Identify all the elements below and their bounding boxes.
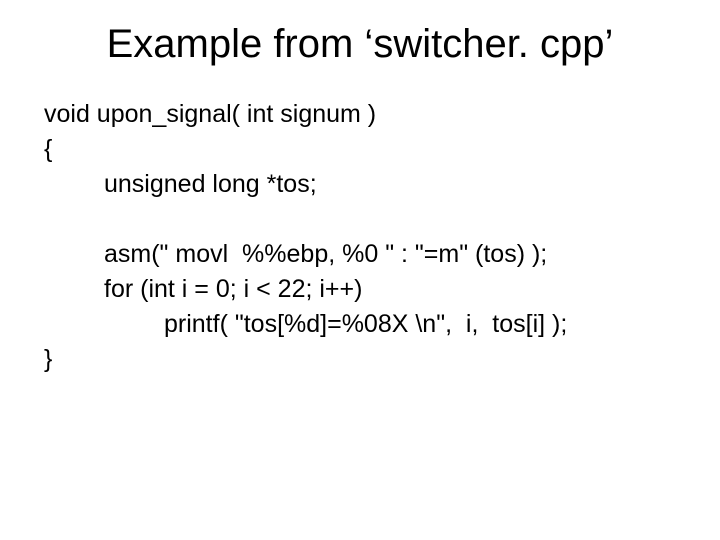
code-block: void upon_signal( int signum ) { unsigne… bbox=[0, 97, 720, 377]
code-line-decl: unsigned long *tos; bbox=[44, 167, 700, 202]
code-blank-line bbox=[44, 202, 700, 237]
code-line-close-brace: } bbox=[44, 342, 700, 377]
code-line-printf: printf( "tos[%d]=%08X \n", i, tos[i] ); bbox=[44, 307, 700, 342]
code-line-fn-signature: void upon_signal( int signum ) bbox=[44, 97, 700, 132]
code-line-asm: asm(" movl %%ebp, %0 " : "=m" (tos) ); bbox=[44, 237, 700, 272]
code-line-for: for (int i = 0; i < 22; i++) bbox=[44, 272, 700, 307]
slide: Example from ‘switcher. cpp’ void upon_s… bbox=[0, 0, 720, 377]
code-line-open-brace: { bbox=[44, 132, 700, 167]
slide-title: Example from ‘switcher. cpp’ bbox=[0, 22, 720, 97]
